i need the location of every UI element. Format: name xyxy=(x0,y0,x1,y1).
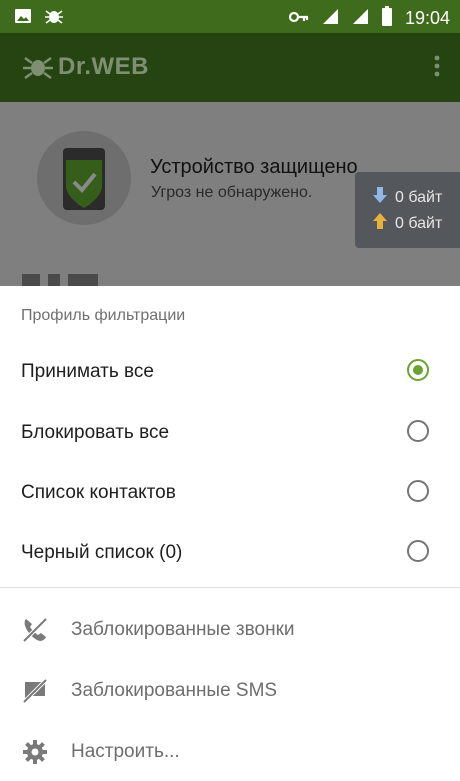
protection-status-panel: Устройство защищено Угроз не обнаружено.… xyxy=(0,102,460,286)
signal-icon xyxy=(321,7,339,30)
option-label: Принимать все xyxy=(21,361,154,382)
radio-button[interactable] xyxy=(407,480,429,502)
action-configure[interactable]: Настроить... xyxy=(0,721,460,781)
drweb-spider-icon xyxy=(44,7,64,30)
image-icon xyxy=(14,7,32,30)
app-bar: Dr.WEB xyxy=(0,33,460,102)
filter-profile-sheet: Профиль фильтрации Принимать все Блокиро… xyxy=(0,286,460,768)
divider xyxy=(0,587,460,588)
option-label: Блокировать все xyxy=(21,422,170,443)
radio-button-checked[interactable] xyxy=(407,359,429,381)
sheet-title: Профиль фильтрации xyxy=(21,307,186,324)
option-blacklist[interactable]: Черный список (0) xyxy=(0,526,460,586)
option-label: Черный список (0) xyxy=(21,542,183,563)
option-label: Список контактов xyxy=(21,482,176,503)
arrow-down-icon xyxy=(373,187,387,208)
battery-icon xyxy=(381,6,393,31)
gear-icon xyxy=(22,739,48,765)
action-blocked-sms[interactable]: Заблокированные SMS xyxy=(0,660,460,720)
traffic-down-value: 0 байт xyxy=(395,188,443,206)
blocked-call-icon xyxy=(22,617,48,643)
action-blocked-calls[interactable]: Заблокированные звонки xyxy=(0,599,460,659)
status-title: Устройство защищено xyxy=(150,156,358,178)
action-label: Настроить... xyxy=(71,741,180,762)
key-icon xyxy=(288,10,309,28)
radio-button[interactable] xyxy=(407,540,429,562)
traffic-up-value: 0 байт xyxy=(395,214,443,232)
background-peek xyxy=(22,268,142,286)
status-bar: 19:04 xyxy=(0,0,460,33)
action-label: Заблокированные звонки xyxy=(71,619,295,640)
clock: 19:04 xyxy=(404,8,450,28)
shield-icon xyxy=(36,130,132,231)
option-block-all[interactable]: Блокировать все xyxy=(0,406,460,466)
more-vert-icon[interactable] xyxy=(434,55,440,82)
blocked-sms-icon xyxy=(22,678,48,704)
option-accept-all[interactable]: Принимать все xyxy=(0,345,460,405)
signal-icon xyxy=(351,7,369,30)
option-contacts-list[interactable]: Список контактов xyxy=(0,466,460,526)
status-subtitle: Угроз не обнаружено. xyxy=(151,184,313,201)
traffic-panel: 0 байт 0 байт xyxy=(355,172,460,248)
drweb-logo-icon xyxy=(22,54,54,85)
action-label: Заблокированные SMS xyxy=(71,680,278,701)
radio-button[interactable] xyxy=(407,420,429,442)
arrow-up-icon xyxy=(373,213,387,234)
app-logo-text: Dr.WEB xyxy=(58,53,150,80)
